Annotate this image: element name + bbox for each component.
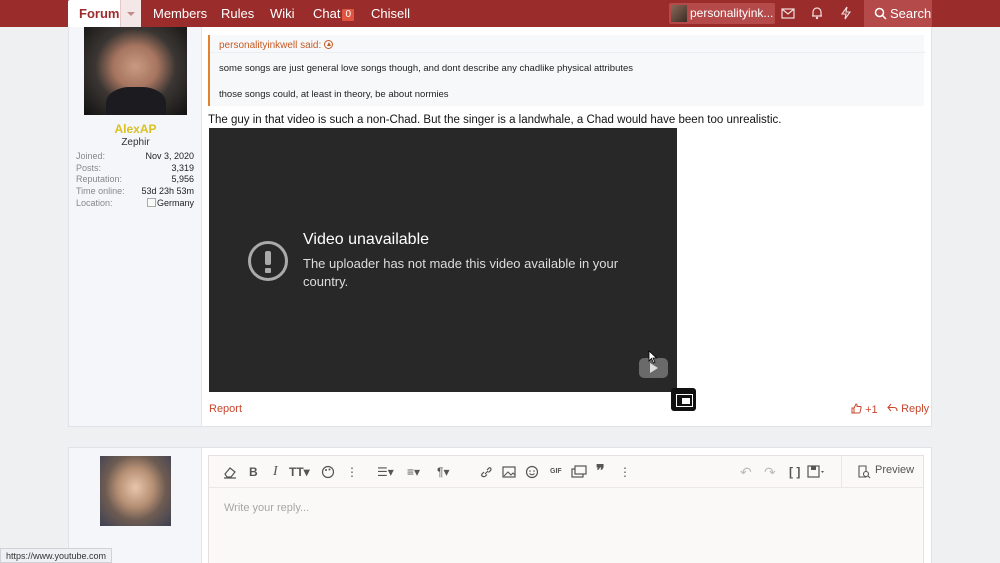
bold-icon[interactable]: B	[249, 464, 258, 480]
palette-icon[interactable]	[321, 464, 335, 480]
quote-icon[interactable]: ❞	[596, 464, 605, 480]
like-button[interactable]: +1	[851, 403, 878, 416]
quick-reply: B I TT▾ ⋮ ☰▾ ≡▾ ¶▾ GIF ❞ ⋮ ↶ ↷ [ ] Previ…	[68, 447, 932, 563]
tab-wiki[interactable]: Wiki	[270, 0, 295, 27]
reply-label: Reply	[901, 403, 930, 415]
preview-icon	[858, 465, 871, 479]
italic-icon[interactable]: I	[273, 464, 278, 480]
picture-in-picture-icon[interactable]	[671, 388, 696, 411]
user-avatar	[671, 5, 687, 22]
bell-icon[interactable]	[810, 6, 824, 20]
stat-reputation: Reputation: 5,956	[76, 174, 194, 185]
quote-line: some songs are just general love songs t…	[219, 63, 634, 74]
chat-count-badge: 0	[342, 9, 355, 21]
quoted-message: personalityinkwell said: some songs are …	[208, 35, 926, 106]
preview-button[interactable]: Preview	[841, 456, 923, 487]
insert-more-icon[interactable]: ⋮	[619, 464, 631, 480]
user-account-menu[interactable]: personalityink...	[669, 3, 775, 24]
post-user-sidebar: AlexAP Zephir Joined: Nov 3, 2020 Posts: 3…	[69, 27, 202, 426]
mouse-cursor-icon	[648, 350, 658, 364]
redo-icon[interactable]: ↷	[764, 464, 776, 480]
search-button[interactable]: Search	[864, 0, 932, 27]
tab-members[interactable]: Members	[153, 0, 207, 27]
eraser-icon[interactable]	[223, 464, 237, 480]
text-size-icon[interactable]: TT▾	[289, 464, 310, 480]
editor-toolbar: B I TT▾ ⋮ ☰▾ ≡▾ ¶▾ GIF ❞ ⋮ ↶ ↷ [ ] Previ…	[209, 456, 923, 488]
quote-author-link[interactable]: personalityinkwell said:	[219, 40, 334, 51]
bolt-icon[interactable]	[839, 6, 853, 20]
stat-joined: Joined: Nov 3, 2020	[76, 151, 194, 161]
forums-dropdown-icon[interactable]	[120, 0, 141, 27]
message-post: AlexAP Zephir Joined: Nov 3, 2020 Posts: 3…	[68, 27, 932, 427]
search-label: Search	[890, 6, 932, 21]
image-icon[interactable]	[502, 464, 516, 480]
search-icon	[874, 7, 887, 20]
author-avatar[interactable]	[84, 27, 187, 115]
thumbs-up-icon	[851, 403, 862, 414]
quote-line: those songs could, at least in theory, b…	[219, 89, 449, 100]
tab-forums[interactable]: Forums	[68, 0, 141, 27]
envelope-icon[interactable]	[781, 6, 795, 20]
author-name[interactable]: AlexAP	[69, 122, 202, 136]
more-options-icon[interactable]: ⋮	[346, 464, 358, 480]
preview-label: Preview	[875, 464, 915, 476]
tab-chat-label: Chat	[313, 6, 341, 21]
smiley-icon[interactable]	[525, 464, 539, 480]
save-draft-icon[interactable]	[807, 464, 827, 480]
stat-posts: Posts: 3,319	[76, 162, 194, 173]
video-message: The uploader has not made this video ava…	[303, 256, 619, 289]
like-count: +1	[865, 404, 878, 416]
embedded-video[interactable]: Video unavailable The uploader has not m…	[209, 128, 677, 392]
list-icon[interactable]: ☰▾	[377, 464, 394, 480]
gif-icon[interactable]: GIF	[550, 464, 562, 480]
user-name: personalityink...	[690, 6, 774, 20]
paragraph-icon[interactable]: ¶▾	[437, 464, 449, 480]
bbcode-toggle-icon[interactable]: [ ]	[789, 464, 800, 480]
stat-time-online: Time online: 53d 23h 53m	[76, 186, 194, 197]
warning-icon	[248, 241, 288, 281]
link-icon[interactable]	[479, 464, 493, 480]
undo-icon[interactable]: ↶	[740, 464, 752, 480]
reply-editor: B I TT▾ ⋮ ☰▾ ≡▾ ¶▾ GIF ❞ ⋮ ↶ ↷ [ ] Previ…	[208, 455, 924, 563]
stat-location: Location: Germany	[76, 197, 194, 208]
reply-button[interactable]: Reply	[887, 403, 929, 415]
align-icon[interactable]: ≡▾	[407, 464, 420, 480]
tab-chat[interactable]: Chat 0	[313, 0, 355, 27]
reply-user-sidebar	[69, 448, 202, 563]
video-title: Video unavailable	[303, 231, 430, 248]
reply-arrow-icon	[887, 403, 898, 412]
status-bar-url: https://www.youtube.com	[0, 548, 113, 563]
author-stats: Joined: Nov 3, 2020 Posts: 3,319 Reputatio…	[76, 151, 194, 209]
broken-image-icon	[146, 197, 156, 207]
author-title: Zephir	[121, 137, 150, 148]
reply-input[interactable]: Write your reply...	[224, 502, 309, 514]
current-user-avatar	[100, 456, 171, 526]
top-navigation: Forums Members Rules Wiki Chat 0 Chisell …	[0, 0, 1000, 27]
arrow-up-circle-icon[interactable]	[324, 40, 334, 49]
media-icon[interactable]	[571, 464, 587, 480]
report-link[interactable]: Report	[209, 403, 242, 415]
tab-rules[interactable]: Rules	[221, 0, 254, 27]
post-body-text: The guy in that video is such a non-Chad…	[208, 114, 782, 126]
tab-chisell[interactable]: Chisell	[371, 0, 410, 27]
